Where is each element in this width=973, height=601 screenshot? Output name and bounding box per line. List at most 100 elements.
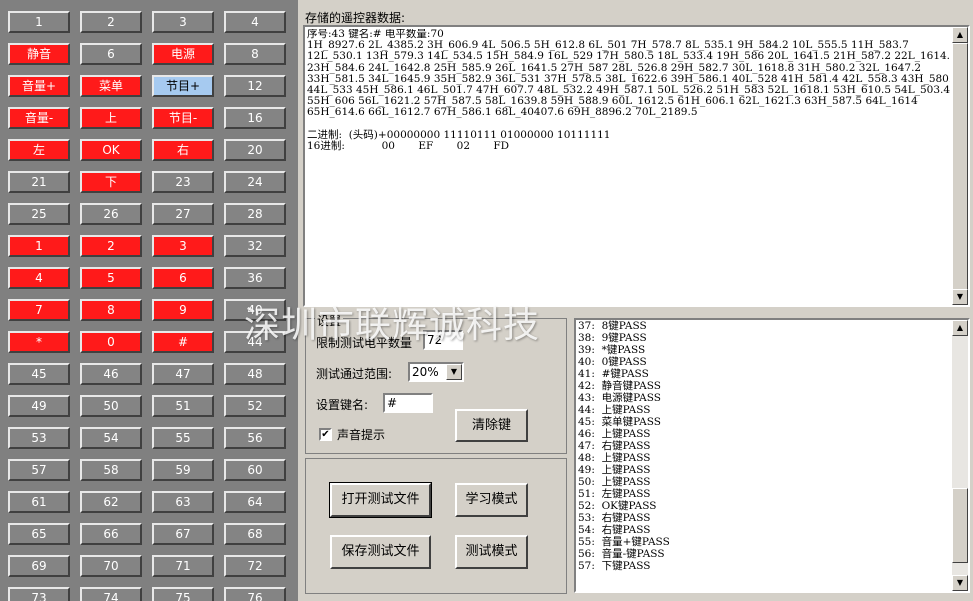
save-test-file-button[interactable]: 保存测试文件 [330, 535, 431, 569]
remote-key-button[interactable]: 68 [224, 523, 286, 545]
remote-key-button[interactable]: 72 [224, 555, 286, 577]
remote-key-button[interactable]: 56 [224, 427, 286, 449]
remote-key-button[interactable]: OK [80, 139, 142, 161]
remote-key-button[interactable]: 64 [224, 491, 286, 513]
remote-key-button[interactable]: 4 [224, 11, 286, 33]
remote-key-button[interactable]: 4 [8, 267, 70, 289]
remote-key-button[interactable]: 67 [152, 523, 214, 545]
pass-range-select[interactable]: 20% ▼ [408, 362, 464, 382]
test-log-list[interactable]: 37: 8键PASS 38: 9键PASS 39: *键PASS 40: 0键PASS… [574, 318, 970, 593]
remote-key-button[interactable]: 上 [80, 107, 142, 129]
remote-key-button[interactable]: 32 [224, 235, 286, 257]
remote-key-button[interactable]: 节目+ [152, 75, 214, 97]
open-test-file-button[interactable]: 打开测试文件 [329, 482, 432, 518]
remote-key-button[interactable]: 5 [80, 267, 142, 289]
test-mode-button[interactable]: 测试模式 [455, 535, 528, 569]
remote-key-button[interactable]: 36 [224, 267, 286, 289]
remote-key-button[interactable]: 左 [8, 139, 70, 161]
log-item: 51: 左键PASS [578, 488, 651, 500]
log-item: 42: 静音键PASS [578, 380, 661, 392]
remote-key-button[interactable]: 3 [152, 235, 214, 257]
remote-key-button[interactable]: 28 [224, 203, 286, 225]
remote-key-button[interactable]: 76 [224, 587, 286, 601]
remote-key-button[interactable]: 70 [80, 555, 142, 577]
remote-key-button[interactable]: 12 [224, 75, 286, 97]
remote-key-button[interactable]: 65 [8, 523, 70, 545]
remote-key-button[interactable]: # [152, 331, 214, 353]
remote-key-button[interactable]: 节目- [152, 107, 214, 129]
remote-key-button[interactable]: 45 [8, 363, 70, 385]
remote-key-button[interactable]: 73 [8, 587, 70, 601]
sound-checkbox[interactable]: ✔ [319, 428, 332, 441]
clear-key-button[interactable]: 清除键 [455, 409, 528, 442]
remote-key-button[interactable]: 71 [152, 555, 214, 577]
remote-key-button[interactable]: 51 [152, 395, 214, 417]
learn-mode-button[interactable]: 学习模式 [455, 483, 528, 517]
remote-key-button[interactable]: 电源 [152, 43, 214, 65]
remote-key-button[interactable]: 3 [152, 11, 214, 33]
remote-key-button[interactable]: 60 [224, 459, 286, 481]
remote-key-button[interactable]: 27 [152, 203, 214, 225]
remote-key-button[interactable]: 52 [224, 395, 286, 417]
remote-key-button[interactable]: 20 [224, 139, 286, 161]
remote-key-button[interactable]: 75 [152, 587, 214, 601]
remote-key-button[interactable]: 9 [152, 299, 214, 321]
remote-key-button[interactable]: 58 [80, 459, 142, 481]
scroll-thumb[interactable] [952, 488, 968, 563]
level-count-input[interactable]: 72 [423, 330, 463, 350]
remote-key-button[interactable]: 24 [224, 171, 286, 193]
scroll-up-icon[interactable]: ▲ [952, 320, 968, 336]
remote-key-button[interactable]: 62 [80, 491, 142, 513]
stored-data-textbox[interactable]: 序号:43 键名:# 电平数量:70 1H_8927.6 2L_4385.2 3… [303, 25, 970, 307]
remote-key-button[interactable]: 46 [80, 363, 142, 385]
remote-key-button[interactable]: 菜单 [80, 75, 142, 97]
remote-key-button[interactable]: 50 [80, 395, 142, 417]
remote-key-button[interactable]: 59 [152, 459, 214, 481]
remote-key-button[interactable]: 74 [80, 587, 142, 601]
remote-key-button[interactable]: 21 [8, 171, 70, 193]
remote-key-button[interactable]: 47 [152, 363, 214, 385]
remote-key-button[interactable]: 下 [80, 171, 142, 193]
remote-key-button[interactable]: 61 [8, 491, 70, 513]
key-name-input[interactable]: # [383, 393, 433, 413]
remote-key-button[interactable]: 6 [152, 267, 214, 289]
scroll-thumb[interactable] [952, 43, 968, 291]
remote-key-button[interactable]: 0 [80, 331, 142, 353]
chevron-down-icon[interactable]: ▼ [446, 364, 462, 380]
remote-key-button[interactable]: 49 [8, 395, 70, 417]
remote-key-button[interactable]: * [8, 331, 70, 353]
remote-key-button[interactable]: 6 [80, 43, 142, 65]
remote-key-button[interactable]: 25 [8, 203, 70, 225]
remote-key-button[interactable]: 26 [80, 203, 142, 225]
remote-key-button[interactable]: 静音 [8, 43, 70, 65]
remote-key-button[interactable]: 48 [224, 363, 286, 385]
scroll-down-icon[interactable]: ▼ [952, 289, 968, 305]
remote-key-button[interactable]: 63 [152, 491, 214, 513]
scroll-up-icon[interactable]: ▲ [952, 27, 968, 43]
remote-key-button[interactable]: 音量+ [8, 75, 70, 97]
log-item: 57: 下键PASS [578, 560, 651, 572]
remote-key-button[interactable]: 55 [152, 427, 214, 449]
remote-key-button[interactable]: 44 [224, 331, 286, 353]
remote-key-button[interactable]: 8 [224, 43, 286, 65]
remote-key-button[interactable]: 音量- [8, 107, 70, 129]
data-scrollbar[interactable]: ▲ ▼ [952, 27, 968, 305]
remote-key-button[interactable]: 8 [80, 299, 142, 321]
remote-key-button[interactable]: 1 [8, 235, 70, 257]
log-scrollbar[interactable]: ▲ ▼ [952, 320, 968, 591]
remote-key-button[interactable]: 2 [80, 235, 142, 257]
remote-key-button[interactable]: 16 [224, 107, 286, 129]
remote-key-button[interactable]: 1 [8, 11, 70, 33]
remote-key-button[interactable]: 57 [8, 459, 70, 481]
level-count-label: 限制测试电平数量 [316, 336, 413, 350]
remote-key-button[interactable]: 右 [152, 139, 214, 161]
remote-key-button[interactable]: 69 [8, 555, 70, 577]
remote-key-button[interactable]: 7 [8, 299, 70, 321]
scroll-down-icon[interactable]: ▼ [952, 575, 968, 591]
remote-key-button[interactable]: 40 [224, 299, 286, 321]
remote-key-button[interactable]: 2 [80, 11, 142, 33]
remote-key-button[interactable]: 23 [152, 171, 214, 193]
remote-key-button[interactable]: 53 [8, 427, 70, 449]
remote-key-button[interactable]: 66 [80, 523, 142, 545]
remote-key-button[interactable]: 54 [80, 427, 142, 449]
